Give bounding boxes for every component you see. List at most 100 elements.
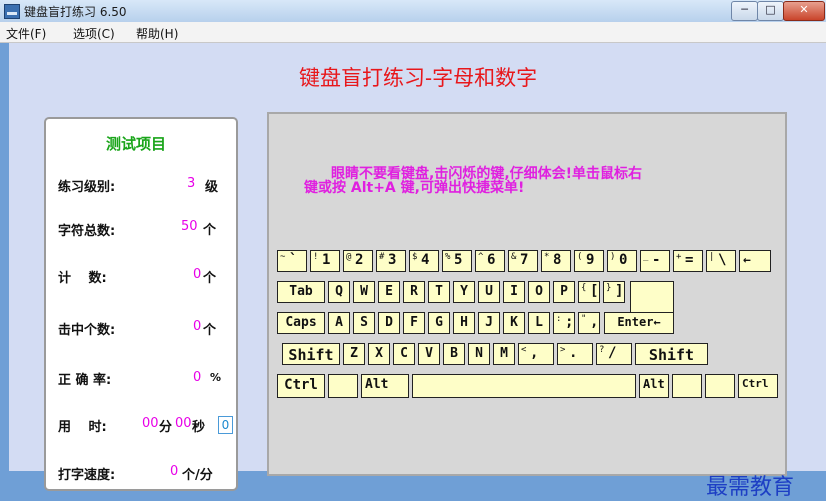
key-g[interactable]: G	[428, 312, 450, 334]
key-backspace[interactable]: ←	[739, 250, 771, 272]
key-caps[interactable]: Caps	[277, 312, 325, 334]
menu-options[interactable]: 选项(C)	[73, 25, 115, 42]
key-win-right[interactable]	[672, 374, 702, 398]
key-p[interactable]: P	[553, 281, 575, 303]
key-r1-3[interactable]: #3	[376, 250, 406, 272]
total-value: 50	[181, 219, 198, 234]
key-punct-r4-1[interactable]: >.	[557, 343, 593, 365]
client-area: 键盘盲打练习-字母和数字 测试项目 练习级别: 3 级 字符总数: 50 个 计…	[9, 43, 826, 500]
key-r1-1[interactable]: ! 1	[310, 250, 340, 272]
menu-bar: 文件(F) 选项(C) 帮助(H)	[0, 22, 826, 43]
key-shift-right[interactable]: Shift	[635, 343, 708, 365]
count-label: 计 数:	[58, 271, 107, 286]
key-t[interactable]: T	[428, 281, 450, 303]
key-ctrl-right[interactable]: Ctrl	[738, 374, 778, 398]
key-bracket-1[interactable]: }]	[603, 281, 625, 303]
key-r1-5[interactable]: % 5	[442, 250, 472, 272]
key-q[interactable]: Q	[328, 281, 350, 303]
hit-label: 击中个数:	[58, 323, 116, 338]
key-n[interactable]: N	[468, 343, 490, 365]
key-m[interactable]: M	[493, 343, 515, 365]
key-alt-left[interactable]: Alt	[361, 374, 409, 398]
maximize-button[interactable]: □	[757, 1, 784, 21]
instruction-text: 眼睛不要看键盘,击闪烁的键,仔细体会!单击鼠标右 键或按 Alt+A 键,可弹出…	[304, 167, 764, 195]
key-punct-0[interactable]: :;	[553, 312, 575, 334]
key-b[interactable]: B	[443, 343, 465, 365]
key-punct-r4-0[interactable]: <,	[518, 343, 554, 365]
key-w[interactable]: W	[353, 281, 375, 303]
menu-help[interactable]: 帮助(H)	[136, 25, 178, 42]
key-i[interactable]: I	[503, 281, 525, 303]
key-f[interactable]: F	[403, 312, 425, 334]
key-e[interactable]: E	[378, 281, 400, 303]
time-min-unit: 分	[159, 420, 173, 435]
level-value: 3	[187, 176, 196, 191]
key-d[interactable]: D	[378, 312, 400, 334]
key-punct-r4-2[interactable]: ? /	[596, 343, 632, 365]
key-r1-8[interactable]: * 8	[541, 250, 571, 272]
key-r1-4[interactable]: $4	[409, 250, 439, 272]
key-win-left[interactable]	[328, 374, 358, 398]
minimize-button[interactable]: ─	[731, 1, 758, 21]
instruction-line-2: 键或按 Alt+A 键,可弹出快捷菜单!	[304, 180, 525, 196]
key-k[interactable]: K	[503, 312, 525, 334]
key-r1-0[interactable]: ~ `	[277, 250, 307, 272]
key-shift-left[interactable]: Shift	[282, 343, 340, 365]
timer-box: 0	[218, 416, 233, 434]
page-title: 键盘盲打练习-字母和数字	[299, 66, 538, 90]
accuracy-unit: %	[210, 371, 222, 384]
key-menu[interactable]	[705, 374, 735, 398]
key-v[interactable]: V	[418, 343, 440, 365]
key-z[interactable]: Z	[343, 343, 365, 365]
time-sec-unit: 秒	[192, 420, 206, 435]
keyboard-area[interactable]: 眼睛不要看键盘,击闪烁的键,仔细体会!单击鼠标右 键或按 Alt+A 键,可弹出…	[267, 112, 787, 476]
key-r1-7[interactable]: & 7	[508, 250, 538, 272]
title-bar: 键盘盲打练习 6.50 ─ □ ✕	[0, 0, 826, 23]
key-r1-2[interactable]: @2	[343, 250, 373, 272]
watermark-text: 最需教育	[706, 475, 795, 500]
key-y[interactable]: Y	[453, 281, 475, 303]
speed-value: 0	[170, 464, 179, 479]
key-tab[interactable]: Tab	[277, 281, 325, 303]
key-r1-10[interactable]: ) 0	[607, 250, 637, 272]
key-enter-label[interactable]: Enter←	[604, 312, 674, 334]
key-bracket-0[interactable]: {[	[578, 281, 600, 303]
key-alt-right[interactable]: Alt	[639, 374, 669, 398]
stats-title: 测试项目	[106, 135, 167, 153]
stats-panel: 测试项目 练习级别: 3 级 字符总数: 50 个 计 数: 0 个 击中个数:…	[44, 117, 238, 491]
key-punct-1[interactable]: ",	[578, 312, 600, 334]
app-keyboard-icon	[4, 4, 20, 19]
time-label: 用 时:	[58, 420, 107, 435]
key-o[interactable]: O	[528, 281, 550, 303]
key-a[interactable]: A	[328, 312, 350, 334]
key-r1-13[interactable]: | \	[706, 250, 736, 272]
key-s[interactable]: S	[353, 312, 375, 334]
time-seconds: 00	[175, 416, 192, 431]
key-c[interactable]: C	[393, 343, 415, 365]
key-r1-6[interactable]: ^ 6	[475, 250, 505, 272]
window-title: 键盘盲打练习 6.50	[24, 5, 127, 19]
key-j[interactable]: J	[478, 312, 500, 334]
key-x[interactable]: X	[368, 343, 390, 365]
key-h[interactable]: H	[453, 312, 475, 334]
level-label: 练习级别:	[58, 180, 116, 195]
key-l[interactable]: L	[528, 312, 550, 334]
instruction-line-1: 眼睛不要看键盘,击闪烁的键,仔细体会!单击鼠标右	[331, 166, 643, 182]
key-ctrl-left[interactable]: Ctrl	[277, 374, 325, 398]
menu-file[interactable]: 文件(F)	[6, 25, 46, 42]
key-r[interactable]: R	[403, 281, 425, 303]
total-unit: 个	[203, 223, 217, 238]
close-button[interactable]: ✕	[783, 1, 825, 21]
hit-value: 0	[193, 319, 202, 334]
key-r1-11[interactable]: _ -	[640, 250, 670, 272]
key-r1-9[interactable]: (9	[574, 250, 604, 272]
level-unit: 级	[205, 180, 219, 195]
key-r1-12[interactable]: + =	[673, 250, 703, 272]
total-label: 字符总数:	[58, 224, 116, 239]
key-u[interactable]: U	[478, 281, 500, 303]
accuracy-value: 0	[193, 370, 202, 385]
key-space[interactable]	[412, 374, 636, 398]
count-value: 0	[193, 267, 202, 282]
speed-label: 打字速度:	[58, 468, 116, 483]
speed-unit: 个/分	[182, 468, 213, 483]
